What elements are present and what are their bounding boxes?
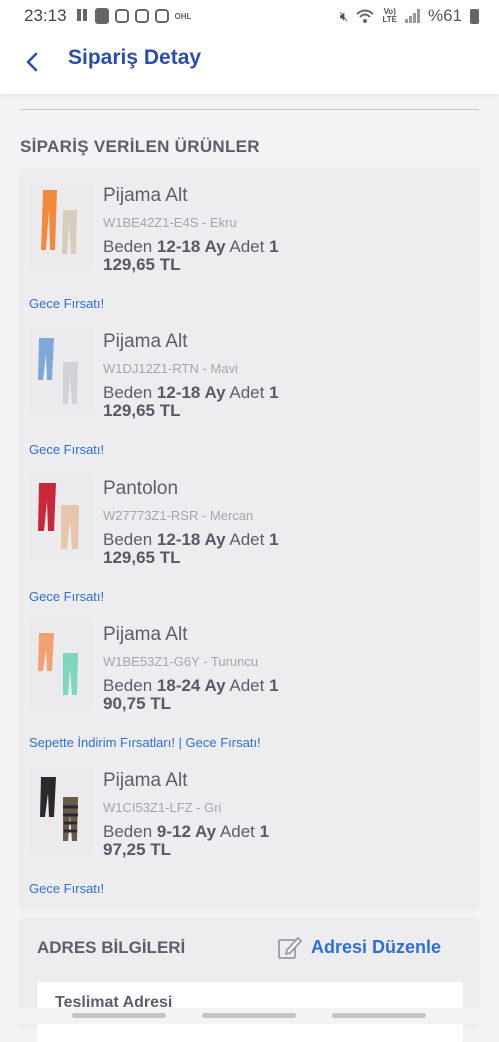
- status-time: 23:13: [24, 6, 67, 25]
- instagram-icon: [154, 9, 169, 23]
- battery-icon: [470, 8, 479, 24]
- section-title-ordered-products: SİPARİŞ VERİLEN ÜRÜNLER: [20, 137, 260, 156]
- product-name: Pantolon: [103, 478, 179, 499]
- divider: [20, 109, 479, 110]
- qty-label: Adet: [229, 530, 265, 549]
- lte-indicator: Vo) LTE: [382, 8, 397, 24]
- product-image[interactable]: [29, 182, 93, 268]
- qty-label: Adet: [229, 676, 265, 695]
- product-image[interactable]: [29, 475, 93, 561]
- size-label: Beden: [103, 676, 153, 695]
- product-list: Pijama Alt W1BE42Z1-E4S - Ekru Beden 12-…: [19, 168, 480, 910]
- app-header: Sipariş Detay: [0, 32, 499, 94]
- size-label: Beden: [103, 383, 153, 402]
- product-image[interactable]: [29, 621, 93, 707]
- campaign-link[interactable]: Sepette İndirim Fırsatları! | Gece Fırsa…: [29, 735, 261, 750]
- qty-value: 1: [269, 237, 279, 256]
- wifi-icon: [356, 9, 375, 23]
- edit-address-label: Adresi Düzenle: [311, 936, 442, 957]
- campaign-link[interactable]: Gece Fırsatı!: [29, 881, 104, 896]
- product-size-qty: Beden 12-18 Ay Adet 1: [103, 383, 279, 403]
- qty-value: 1: [269, 383, 279, 402]
- size-value: 18-24 Ay: [156, 676, 226, 695]
- product-price: 129,65 TL: [103, 401, 181, 420]
- product-size-qty: Beden 9-12 Ay Adet 1: [103, 822, 269, 842]
- product-item[interactable]: Pijama Alt W1BE42Z1-E4S - Ekru Beden 12-…: [29, 182, 469, 328]
- qty-value: 1: [269, 676, 279, 695]
- edit-icon: [278, 937, 302, 959]
- pants-black-striped-icon: [29, 767, 93, 853]
- notification-icons: OHL: [76, 8, 192, 24]
- pants-blue-grey-icon: [29, 328, 93, 414]
- product-name: Pijama Alt: [103, 624, 188, 645]
- edit-address-button[interactable]: Adresi Düzenle: [277, 934, 441, 960]
- product-sku: W1DJ12Z1-RTN - Mavi: [103, 361, 238, 376]
- product-size-qty: Beden 12-18 Ay Adet 1: [103, 530, 279, 550]
- qty-label: Adet: [229, 383, 265, 402]
- product-size-qty: Beden 18-24 Ay Adet 1: [103, 676, 279, 696]
- product-item[interactable]: Pijama Alt W1BE53Z1-G6Y - Turuncu Beden …: [29, 621, 469, 767]
- campaign-link[interactable]: Gece Fırsatı!: [29, 296, 104, 311]
- size-value: 9-12 Ay: [156, 822, 217, 841]
- size-label: Beden: [103, 822, 153, 841]
- lte-label: LTE: [382, 15, 397, 24]
- system-icons: 🔇︎ Vo) LTE %61: [340, 6, 479, 26]
- product-price: 129,65 TL: [103, 255, 181, 274]
- product-image[interactable]: [29, 328, 93, 414]
- product-size-qty: Beden 12-18 Ay Adet 1: [103, 237, 279, 257]
- size-value: 12-18 Ay: [156, 383, 226, 402]
- address-title: ADRES BİLGİLERİ: [37, 938, 186, 957]
- size-value: 12-18 Ay: [156, 237, 226, 256]
- product-name: Pijama Alt: [103, 185, 188, 206]
- pants-orange-beige-icon: [29, 182, 93, 268]
- nav-home-handle[interactable]: [202, 1013, 296, 1018]
- app-notification-icon: [94, 8, 109, 24]
- back-button[interactable]: [20, 48, 46, 76]
- size-value: 12-18 Ay: [156, 530, 226, 549]
- pause-notification-icon: [76, 9, 89, 23]
- mute-icon: 🔇︎: [339, 7, 349, 24]
- product-price: 129,65 TL: [103, 548, 181, 567]
- product-item[interactable]: Pijama Alt W1CI53Z1-LFZ - Gri Beden 9-12…: [29, 767, 469, 913]
- product-sku: W27773Z1-RSR - Mercan: [103, 508, 254, 523]
- product-price: 90,75 TL: [103, 694, 172, 713]
- qty-value: 1: [259, 822, 270, 841]
- product-image[interactable]: [29, 767, 93, 853]
- pants-orange-mint-icon: [29, 621, 93, 707]
- campaign-link[interactable]: Gece Fırsatı!: [29, 442, 104, 457]
- qty-label: Adet: [229, 237, 265, 256]
- qty-label: Adet: [219, 822, 255, 841]
- nav-back-handle[interactable]: [332, 1013, 426, 1018]
- product-sku: W1CI53Z1-LFZ - Gri: [103, 800, 222, 815]
- campaign-link[interactable]: Gece Fırsatı!: [29, 589, 104, 604]
- qty-value: 1: [269, 530, 279, 549]
- nav-recents-handle[interactable]: [72, 1013, 166, 1018]
- chevron-left-icon: [26, 52, 38, 72]
- product-sku: W1BE53Z1-G6Y - Turuncu: [103, 654, 259, 669]
- status-bar: 23:13 OHL 🔇︎ Vo) LTE %61: [0, 0, 499, 32]
- signal-icon: [404, 9, 420, 23]
- navigation-bar: [0, 1008, 499, 1024]
- battery-percent: %61: [427, 6, 462, 25]
- product-item[interactable]: Pijama Alt W1DJ12Z1-RTN - Mavi Beden 12-…: [29, 328, 469, 474]
- product-price: 97,25 TL: [103, 840, 172, 859]
- size-label: Beden: [103, 530, 153, 549]
- page-title: Sipariş Detay: [68, 46, 202, 69]
- product-name: Pijama Alt: [103, 770, 188, 791]
- size-label: Beden: [103, 237, 153, 256]
- product-sku: W1BE42Z1-E4S - Ekru: [103, 215, 237, 230]
- pants-red-beige-icon: [29, 475, 93, 561]
- product-item[interactable]: Pantolon W27773Z1-RSR - Mercan Beden 12-…: [29, 475, 469, 621]
- app-badge: OHL: [174, 11, 192, 21]
- product-name: Pijama Alt: [103, 331, 188, 352]
- instagram-icon: [134, 9, 149, 23]
- instagram-icon: [114, 9, 129, 23]
